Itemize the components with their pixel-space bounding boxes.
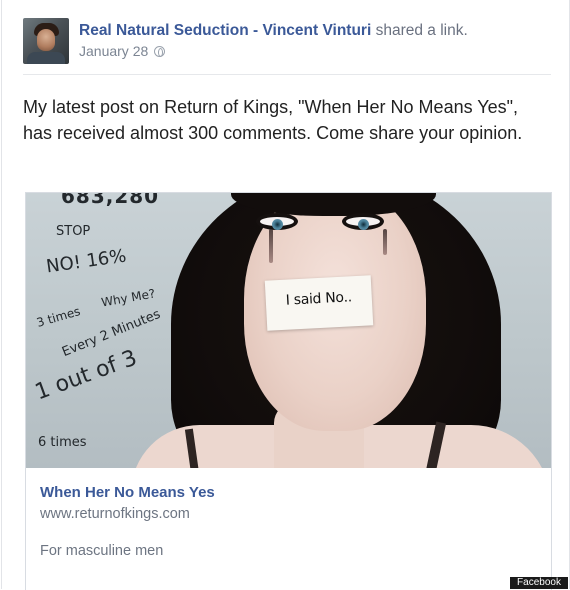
- image-word: 3 times: [34, 304, 82, 330]
- link-attachment[interactable]: I said No.. 683,280 STOP NO! 16% Why Me?…: [25, 192, 552, 590]
- image-word: STOP: [56, 224, 91, 239]
- header-divider: [23, 74, 551, 75]
- image-word: 683,280: [61, 193, 160, 208]
- post-date-link[interactable]: January 28: [79, 43, 148, 59]
- image-tear-left: [269, 229, 273, 263]
- image-word: 1 out of 3: [31, 345, 141, 406]
- avatar-shirt: [27, 52, 65, 64]
- link-title[interactable]: When Her No Means Yes: [40, 484, 215, 501]
- image-word: Why Me?: [100, 286, 157, 310]
- image-eye-left: [256, 213, 298, 230]
- facebook-watermark: Facebook: [510, 577, 568, 589]
- post-header: Real Natural Seduction - Vincent Vinturi…: [23, 18, 550, 70]
- image-eye-right: [342, 213, 384, 230]
- image-word: 6 times: [38, 435, 87, 450]
- image-tear-right: [383, 229, 387, 255]
- post-author-line: Real Natural Seduction - Vincent Vinturi…: [79, 22, 468, 40]
- poster-name-link[interactable]: Real Natural Seduction - Vincent Vinturi: [79, 22, 371, 39]
- card-border-left: [1, 0, 2, 589]
- link-url: www.returnofkings.com: [40, 506, 190, 522]
- share-action-text: shared a link.: [371, 22, 468, 39]
- image-word: NO! 16%: [44, 245, 128, 278]
- image-tape: I said No..: [264, 275, 374, 331]
- link-info[interactable]: When Her No Means Yes www.returnofkings.…: [26, 468, 551, 590]
- avatar-face: [37, 29, 55, 51]
- globe-icon[interactable]: [154, 46, 166, 57]
- post-date-line: January 28: [79, 43, 166, 59]
- link-description: For masculine men: [40, 543, 164, 559]
- attachment-image[interactable]: I said No.. 683,280 STOP NO! 16% Why Me?…: [26, 193, 551, 468]
- avatar[interactable]: [23, 18, 69, 64]
- tape-text: I said No..: [285, 289, 353, 309]
- post-message: My latest post on Return of Kings, "When…: [23, 97, 523, 143]
